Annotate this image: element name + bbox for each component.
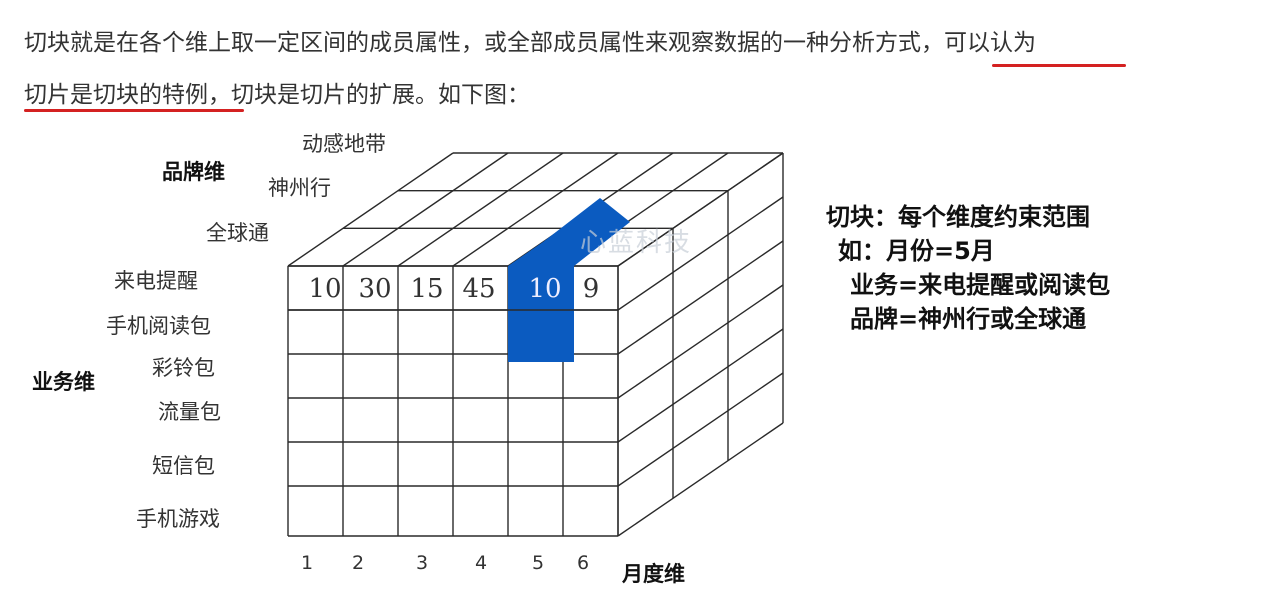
business-axis-title: 业务维 bbox=[32, 370, 95, 394]
brand-label-dongganditai: 动感地带 bbox=[302, 132, 386, 156]
month-tick: 1 bbox=[300, 552, 314, 574]
front-cell-value: 15 bbox=[410, 274, 444, 304]
business-label-1: 手机阅读包 bbox=[106, 314, 211, 338]
right-receding-line bbox=[617, 284, 784, 399]
legend-title: 切块：每个维度约束范围 bbox=[826, 203, 1090, 231]
business-label-5: 手机游戏 bbox=[136, 507, 220, 531]
legend-line-business: 业务=来电提醒或阅读包 bbox=[850, 271, 1111, 299]
top-receding-line bbox=[342, 152, 509, 267]
slice-explanation: 切块：每个维度约束范围 如：月份=5月 业务=来电提醒或阅读包 品牌=神州行或全… bbox=[826, 200, 1110, 336]
month-tick: 5 bbox=[531, 552, 545, 574]
watermark: 心蓝科技 bbox=[580, 228, 693, 258]
business-label-3: 流量包 bbox=[158, 400, 221, 424]
business-label-0: 来电提醒 bbox=[114, 269, 198, 293]
right-receding-line bbox=[617, 372, 784, 487]
front-cell-value: 30 bbox=[358, 274, 392, 304]
legend-line-month: 如：月份=5月 bbox=[838, 237, 995, 265]
month-tick: 4 bbox=[474, 552, 488, 574]
month-tick: 3 bbox=[415, 552, 429, 574]
brand-label-quanqiutong: 全球通 bbox=[206, 221, 269, 245]
business-label-2: 彩铃包 bbox=[152, 356, 215, 380]
front-cell-value-highlighted: 10 bbox=[528, 274, 562, 304]
month-axis-title: 月度维 bbox=[622, 562, 685, 586]
front-cell-value: 45 bbox=[462, 274, 496, 304]
front-cell-value: 10 bbox=[308, 274, 342, 304]
month-tick: 2 bbox=[351, 552, 365, 574]
brand-label-shenzhouxing: 神州行 bbox=[268, 176, 331, 200]
right-receding-line bbox=[617, 328, 784, 443]
business-label-4: 短信包 bbox=[152, 454, 215, 478]
front-cell-value: 9 bbox=[582, 274, 600, 304]
top-receding-line bbox=[287, 152, 454, 267]
brand-axis-title: 品牌维 bbox=[162, 160, 225, 184]
right-receding-line bbox=[617, 422, 784, 537]
legend-line-brand: 品牌=神州行或全球通 bbox=[850, 305, 1087, 333]
month-tick: 6 bbox=[576, 552, 590, 574]
